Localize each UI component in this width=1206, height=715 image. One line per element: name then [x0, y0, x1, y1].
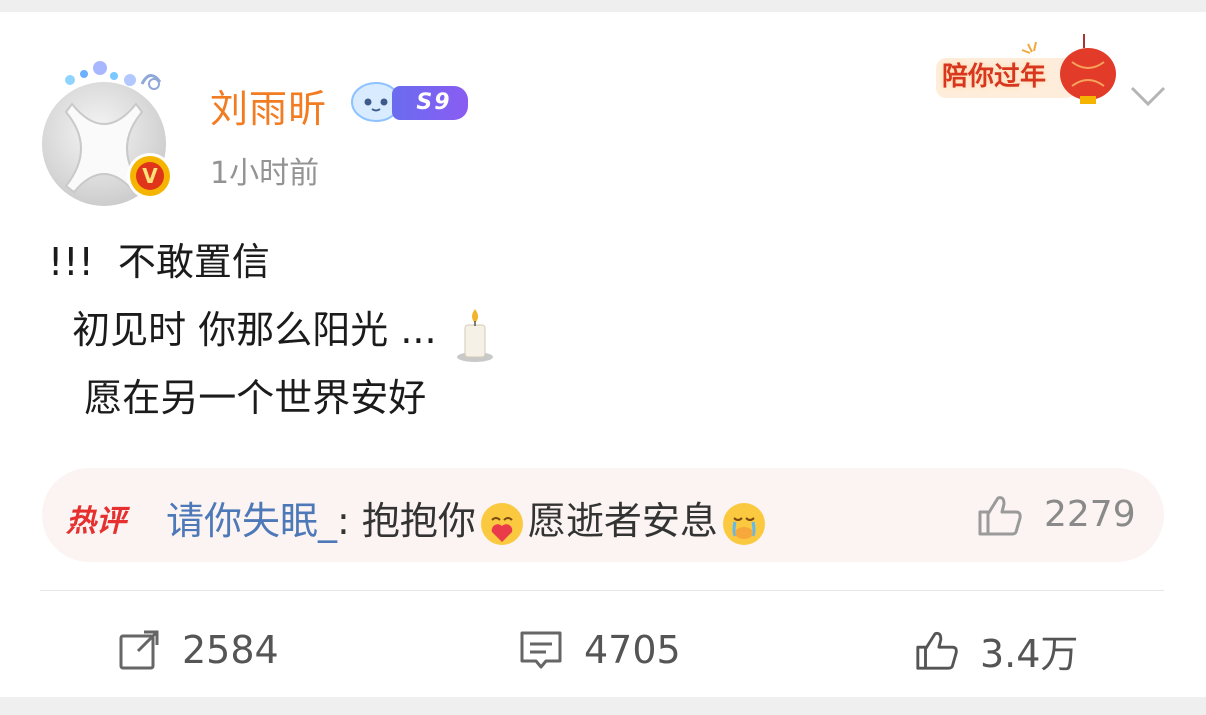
post-line-2: 初见时 你那么阳光 ... [48, 296, 497, 364]
post-line-2-text: 初见时 你那么阳光 ... [48, 308, 437, 352]
weibo-post-card: V 刘雨昕 S9 1小时前 陪你过年 !!! 不敢置信 初见时 你那么阳光 ..… [0, 12, 1206, 697]
repost-button[interactable]: 2584 [116, 620, 279, 680]
hot-comment-bar[interactable]: 热评 请你失眠_: 抱抱你 愿逝者安息 2279 [42, 468, 1164, 562]
thumbs-up-icon [916, 631, 958, 670]
thumbs-up-icon[interactable] [976, 492, 1024, 538]
candle-icon [456, 308, 493, 362]
like-count: 3.4万 [980, 631, 1079, 676]
hot-comment-tag: 热评 [66, 504, 126, 539]
username[interactable]: 刘雨昕 [210, 78, 327, 133]
post-line-3: 愿在另一个世界安好 [48, 376, 427, 420]
comment-count: 4705 [584, 628, 681, 672]
hot-comment-separator: : [337, 499, 362, 543]
crying-emoji-icon [722, 502, 765, 545]
hot-comment-text: 请你失眠_: 抱抱你 愿逝者安息 [166, 490, 770, 548]
post-content: !!! 不敢置信 初见时 你那么阳光 ... 愿在另一个世界安好 [48, 228, 497, 432]
comment-button[interactable]: 4705 [518, 620, 681, 680]
hot-comment-text-2: 愿逝者安息 [527, 499, 718, 543]
festival-badge-text: 陪你过年 [942, 62, 1047, 92]
hug-emoji-icon [480, 502, 523, 545]
comment-icon [520, 631, 562, 669]
divider [40, 590, 1164, 591]
post-time: 1小时前 [210, 156, 320, 191]
repost-count: 2584 [182, 628, 279, 672]
like-button[interactable]: 3.4万 [914, 620, 1078, 680]
chevron-down-icon[interactable] [1128, 84, 1168, 108]
post-line-1: !!! 不敢置信 [48, 240, 270, 284]
repost-icon [119, 630, 159, 670]
hot-comment-like-count: 2279 [1044, 494, 1136, 535]
verified-badge-icon: V [130, 156, 170, 196]
level-badge: S9 [392, 86, 468, 120]
hot-comment-user[interactable]: 请你失眠_ [166, 499, 337, 543]
hot-comment-text-1: 抱抱你 [361, 499, 476, 543]
festival-badge: 陪你过年 [934, 34, 1134, 110]
avatar-container[interactable]: V [40, 54, 176, 206]
